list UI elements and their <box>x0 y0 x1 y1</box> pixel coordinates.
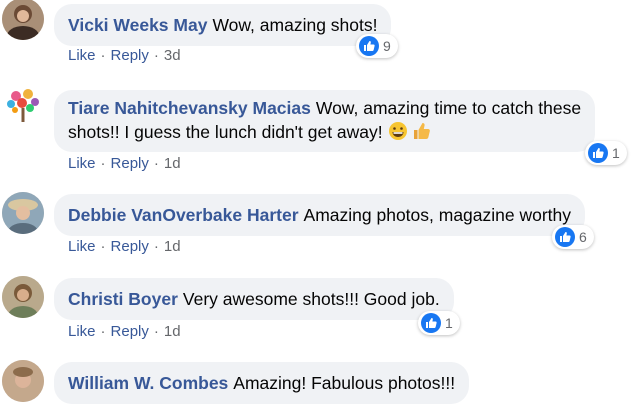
like-link[interactable]: Like <box>68 238 96 255</box>
like-link[interactable]: Like <box>68 323 96 340</box>
like-reaction-icon <box>588 143 608 163</box>
separator-dot: · <box>153 47 159 64</box>
like-link[interactable]: Like <box>68 47 96 64</box>
commenter-name[interactable]: William W. Combes <box>68 373 228 393</box>
commenter-name[interactable]: Christi Boyer <box>68 289 178 309</box>
comment-actions: Like · Reply · 1d <box>68 238 181 255</box>
comment-timestamp[interactable]: 1d <box>164 323 181 340</box>
reply-link[interactable]: Reply <box>111 155 149 172</box>
comment-text: shots!! I guess the lunch didn't get awa… <box>68 122 383 142</box>
commenter-name[interactable]: Tiare Nahitchevansky Macias <box>68 98 311 118</box>
comment-bubble: Tiare Nahitchevansky Macias Wow, amazing … <box>54 90 596 152</box>
like-reaction-icon <box>555 227 575 247</box>
like-link[interactable]: Like <box>68 155 96 172</box>
like-reaction-icon <box>421 313 441 333</box>
separator-dot: · <box>153 323 159 340</box>
separator-dot: · <box>153 238 159 255</box>
comment-timestamp[interactable]: 1d <box>164 238 181 255</box>
separator-dot: · <box>100 323 106 340</box>
reaction-count: 1 <box>445 315 453 331</box>
separator-dot: · <box>153 155 159 172</box>
avatar[interactable] <box>2 84 44 126</box>
reply-link[interactable]: Reply <box>111 47 149 64</box>
separator-dot: · <box>100 155 106 172</box>
comment-timestamp[interactable]: 1d <box>164 155 181 172</box>
reaction-count-badge[interactable]: 9 <box>356 34 398 58</box>
thumbs-up-icon <box>412 121 432 147</box>
floral-tree-avatar-icon <box>2 84 44 126</box>
comment-text: Very awesome shots!!! Good job. <box>182 289 440 309</box>
comment-actions: Like · Reply · 1d <box>68 155 181 172</box>
comment-actions: Like · Reply · 3d <box>68 47 181 64</box>
avatar[interactable] <box>2 276 44 318</box>
avatar[interactable] <box>2 192 44 234</box>
comment-text: Wow, amazing time to catch these <box>315 98 582 118</box>
comment-bubble: William W. Combes Amazing! Fabulous photo… <box>54 362 470 404</box>
comment-timestamp[interactable]: 3d <box>164 47 181 64</box>
comment-text: Wow, amazing shots! <box>212 15 378 35</box>
reaction-count-badge[interactable]: 6 <box>552 225 594 249</box>
commenter-name[interactable]: Vicki Weeks May <box>68 15 207 35</box>
commenter-name[interactable]: Debbie VanOverbake Harter <box>68 205 299 225</box>
reaction-count: 1 <box>612 145 620 161</box>
grinning-face-icon <box>388 121 408 147</box>
reply-link[interactable]: Reply <box>111 323 149 340</box>
comment-bubble: Christi Boyer Very awesome shots!!! Good … <box>54 278 454 320</box>
reaction-count: 6 <box>579 229 587 245</box>
comment-text: Amazing! Fabulous photos!!! <box>233 373 456 393</box>
avatar[interactable] <box>2 0 44 40</box>
avatar[interactable] <box>2 360 44 402</box>
separator-dot: · <box>100 47 106 64</box>
comment-actions: Like · Reply · 1d <box>68 323 181 340</box>
reaction-count-badge[interactable]: 1 <box>418 311 460 335</box>
comment-bubble: Vicki Weeks May Wow, amazing shots! <box>54 4 392 46</box>
reaction-count-badge[interactable]: 1 <box>585 141 627 165</box>
comment-bubble: Debbie VanOverbake Harter Amazing photos,… <box>54 194 586 236</box>
separator-dot: · <box>100 238 106 255</box>
reply-link[interactable]: Reply <box>111 238 149 255</box>
like-reaction-icon <box>359 36 379 56</box>
reaction-count: 9 <box>383 38 391 54</box>
comment-text: Amazing photos, magazine worthy <box>303 205 572 225</box>
